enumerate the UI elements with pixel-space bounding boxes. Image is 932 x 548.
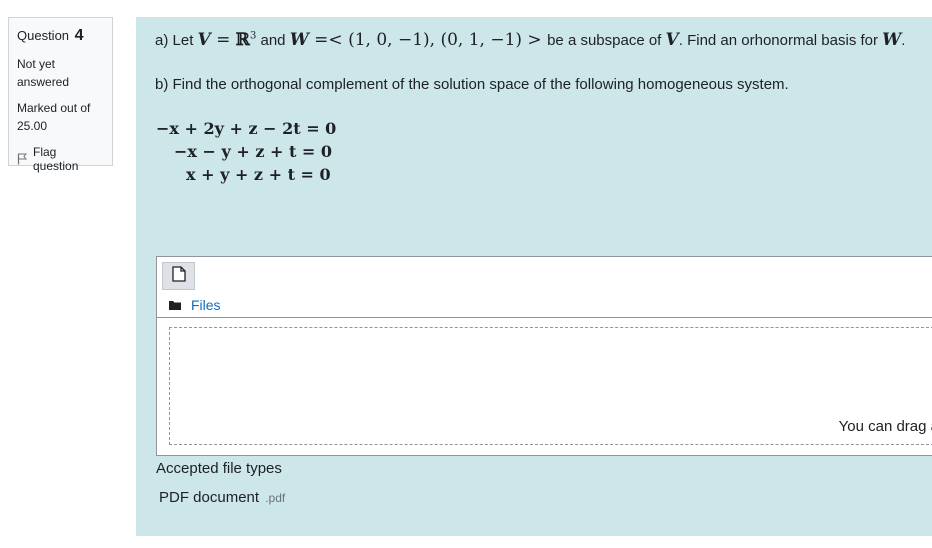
file-drop-zone[interactable]: You can drag a [169, 327, 932, 445]
part-a-and: and [256, 32, 290, 49]
part-a-math-3: V [665, 30, 679, 50]
part-a-math-4: W [882, 30, 902, 50]
equation-1: −x + 2y + z − 2t = 0 [156, 119, 337, 138]
accepted-file-types-title: Accepted file types [156, 460, 282, 477]
part-a-mid: be a subspace of [547, 32, 662, 49]
grade-value: 25.00 [17, 119, 48, 133]
question-part-a: a) Let V = ℝ3 and W =< (1, 0, −1), (0, 1… [155, 30, 906, 50]
question-grade: Marked out of 25.00 [17, 99, 104, 135]
file-add-icon [171, 265, 186, 287]
part-a-math-2: W =< (1, 0, −1), (0, 1, −1) > [289, 30, 548, 50]
file-type-extension: .pdf [265, 491, 286, 505]
part-a-math-1: V = ℝ3 [197, 30, 257, 50]
file-path-bar: Files [169, 297, 221, 313]
question-part-b: b) Find the orthogonal complement of the… [155, 76, 789, 93]
accepted-file-type: PDF document .pdf [159, 489, 285, 506]
drop-message: You can drag a [838, 418, 932, 435]
file-type-name: PDF document [159, 489, 260, 506]
folder-icon [169, 297, 181, 313]
question-content-panel: a) Let V = ℝ3 and W =< (1, 0, −1), (0, 1… [136, 17, 932, 536]
equation-system: −x + 2y + z − 2t = 0 −x − y + z + t = 0 … [156, 117, 336, 186]
question-state: Not yet answered [17, 57, 70, 89]
add-file-button[interactable] [162, 262, 195, 290]
flag-question-label: Flag question [33, 145, 79, 173]
file-manager: Files You can drag a [156, 256, 932, 456]
question-number-line: Question 4 [17, 27, 104, 45]
grade-label: Marked out of [17, 101, 91, 115]
question-label: Question [17, 28, 70, 43]
equation-3: x + y + z + t = 0 [186, 165, 331, 184]
question-number: 4 [74, 27, 84, 44]
part-a-end: . Find an orhonormal basis for [678, 32, 878, 49]
file-manager-divider [157, 317, 932, 318]
files-link[interactable]: Files [191, 297, 221, 313]
part-a-prefix: a) Let [155, 32, 194, 49]
flag-question-button[interactable]: Flag question [17, 145, 104, 173]
question-info-panel: Question 4 Not yet answered Marked out o… [8, 17, 113, 173]
flag-icon [17, 153, 27, 165]
equation-2: −x − y + z + t = 0 [174, 142, 333, 161]
